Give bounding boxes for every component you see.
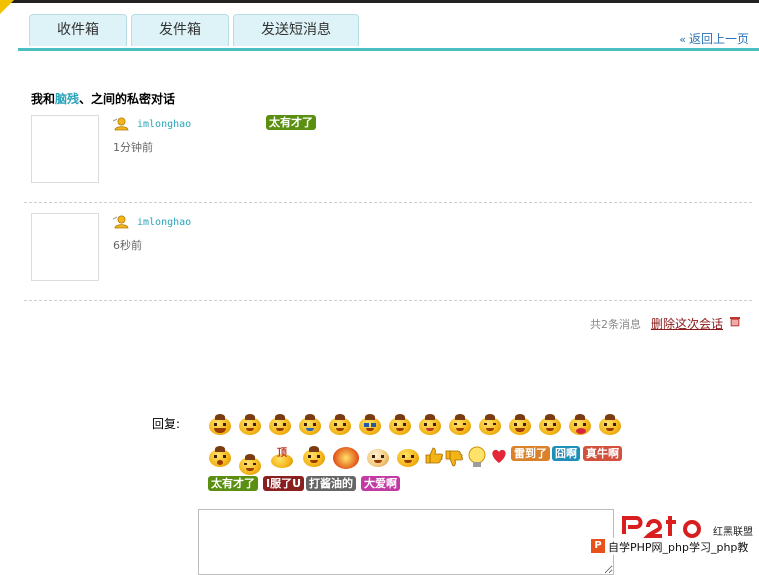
sticker-zhen-niu-a[interactable]: 真牛啊: [583, 446, 622, 461]
back-link-label: 返回上一页: [688, 32, 749, 46]
wink-emoji-icon[interactable]: [598, 414, 622, 436]
message-item: imlonghao 6秒前: [24, 202, 752, 301]
grin-emoji-icon[interactable]: [208, 414, 232, 436]
angry-emoji-icon[interactable]: [418, 414, 442, 436]
smile-emoji-icon[interactable]: [238, 414, 262, 436]
sticker-label: 囧啊: [552, 446, 580, 461]
sleepy-emoji-icon[interactable]: [448, 414, 472, 436]
reply-label: 回复:: [152, 417, 181, 431]
delete-conversation-link[interactable]: 删除这次会话: [651, 315, 723, 332]
sticker-label: 雷到了: [511, 446, 550, 461]
sticker-label: 打酱油的: [306, 476, 356, 491]
double-chevron-left-icon: «: [679, 33, 686, 46]
thumbs-up-icon[interactable]: [424, 446, 444, 468]
sticker-label: 真牛啊: [583, 446, 622, 461]
tab-inbox[interactable]: 收件箱: [29, 14, 127, 46]
message-item: imlonghao 1分钟前 太有才了: [24, 104, 752, 203]
avatar[interactable]: [31, 213, 99, 281]
message-time: 6秒前: [113, 239, 142, 252]
tab-send-message[interactable]: 发送短消息: [233, 14, 359, 46]
message-time: 1分钟前: [113, 141, 153, 154]
avatar[interactable]: [31, 115, 99, 183]
question-emoji-icon[interactable]: [538, 414, 562, 436]
sticker-i-fu-le-u[interactable]: I服了U: [263, 476, 305, 491]
top-border: [0, 0, 759, 3]
watermark-brand: 红黑联盟: [713, 527, 753, 538]
watermark-logo: [622, 516, 701, 538]
trash-icon[interactable]: [729, 315, 741, 327]
dizzy-emoji-icon[interactable]: [388, 414, 412, 436]
sticker-jiong-a[interactable]: 囧啊: [552, 446, 580, 461]
thumbs-down-icon[interactable]: [444, 446, 464, 468]
cry-emoji-icon[interactable]: [298, 414, 322, 436]
watermark-p-icon: P: [591, 539, 605, 553]
proud-emoji-icon[interactable]: [302, 446, 326, 468]
fire-emoji-icon[interactable]: [332, 444, 360, 470]
message-count: 共2条消息: [590, 318, 641, 331]
dog-emoji-icon[interactable]: [396, 446, 420, 468]
tired-emoji-icon[interactable]: [238, 454, 262, 476]
user-icon: [113, 117, 129, 131]
corner-fold-decoration: [0, 0, 14, 14]
happy-emoji-icon[interactable]: [268, 414, 292, 436]
ding-emoji-icon[interactable]: 顶: [270, 446, 294, 468]
sunglasses-emoji-icon[interactable]: [358, 414, 382, 436]
ding-label: 顶: [277, 448, 287, 459]
scared-emoji-icon[interactable]: [366, 446, 390, 468]
message-sticker: 太有才了: [266, 115, 316, 130]
sticker-tai-you-cai-le[interactable]: 太有才了: [208, 476, 258, 491]
sticker-lei-dao-le[interactable]: 雷到了: [511, 446, 550, 461]
sticker-label: I服了U: [263, 476, 305, 491]
reply-textarea[interactable]: [198, 509, 614, 575]
tab-outbox[interactable]: 发件箱: [131, 14, 229, 46]
username-link[interactable]: imlonghao: [137, 217, 191, 228]
sticker-text: 太有才了: [266, 115, 316, 130]
sticker-da-jiang-you-de[interactable]: 打酱油的: [306, 476, 356, 491]
lightbulb-icon[interactable]: [466, 446, 488, 470]
username-link[interactable]: imlonghao: [137, 119, 191, 130]
laugh-emoji-icon[interactable]: [508, 414, 532, 436]
sticker-label: 大爱啊: [361, 476, 400, 491]
heart-icon[interactable]: [489, 446, 509, 466]
sticker-da-ai-a[interactable]: 大爱啊: [361, 476, 400, 491]
tab-underline: [18, 48, 759, 51]
user-icon: [113, 215, 129, 229]
sticker-label: 太有才了: [208, 476, 258, 491]
back-link[interactable]: «返回上一页: [679, 30, 749, 47]
shocked-emoji-icon[interactable]: [208, 446, 232, 468]
flower-emoji-icon[interactable]: [568, 414, 592, 436]
squint-emoji-icon[interactable]: [478, 414, 502, 436]
watermark-text: 自学PHP网_php学习_php教: [608, 541, 749, 554]
blush-emoji-icon[interactable]: [328, 414, 352, 436]
